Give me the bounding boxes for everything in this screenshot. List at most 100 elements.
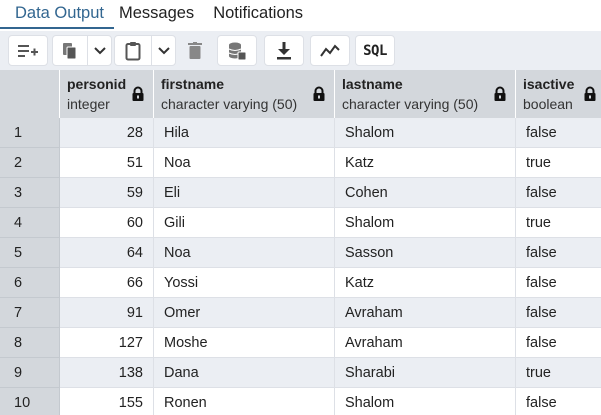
download-button[interactable] <box>264 35 304 66</box>
cell-isactive[interactable]: true <box>516 358 601 388</box>
table-row[interactable]: 5 64 Noa Sasson false <box>0 238 601 268</box>
row-number[interactable]: 9 <box>0 358 60 388</box>
cell-isactive[interactable]: false <box>516 328 601 358</box>
add-row-icon <box>18 44 38 57</box>
paste-button[interactable] <box>115 36 152 65</box>
cell-lastname[interactable]: Cohen <box>335 178 516 208</box>
table-row[interactable]: 3 59 Eli Cohen false <box>0 178 601 208</box>
table-row[interactable]: 10 155 Ronen Shalom false <box>0 388 601 415</box>
cell-firstname[interactable]: Yossi <box>154 268 335 298</box>
result-tabs: Data Output Messages Notifications <box>0 0 601 30</box>
table-row[interactable]: 6 66 Yossi Katz false <box>0 268 601 298</box>
cell-isactive[interactable]: true <box>516 208 601 238</box>
tab-messages[interactable]: Messages <box>114 0 204 30</box>
chevron-down-icon <box>157 46 170 54</box>
cell-isactive[interactable]: false <box>516 298 601 328</box>
cell-firstname[interactable]: Gili <box>154 208 335 238</box>
row-number[interactable]: 7 <box>0 298 60 328</box>
chevron-down-icon <box>93 46 106 54</box>
lock-icon <box>584 86 596 101</box>
cell-personid[interactable]: 91 <box>60 298 154 328</box>
column-header-firstname[interactable]: firstname character varying (50) <box>154 70 335 118</box>
column-type: character varying (50) <box>342 96 479 112</box>
copy-options-dropdown[interactable] <box>88 36 111 65</box>
column-name: lastname <box>342 76 403 92</box>
cell-personid[interactable]: 28 <box>60 118 154 148</box>
copy-icon <box>63 42 77 59</box>
cell-personid[interactable]: 66 <box>60 268 154 298</box>
table-row[interactable]: 7 91 Omer Avraham false <box>0 298 601 328</box>
row-number[interactable]: 3 <box>0 178 60 208</box>
column-name: isactive <box>523 76 575 92</box>
row-number-header[interactable] <box>0 70 60 118</box>
graph-visualiser-button[interactable] <box>310 35 350 66</box>
column-header-personid[interactable]: personid integer <box>60 70 154 118</box>
column-header-lastname[interactable]: lastname character varying (50) <box>335 70 516 118</box>
cell-isactive[interactable]: true <box>516 148 601 178</box>
cell-firstname[interactable]: Eli <box>154 178 335 208</box>
row-number[interactable]: 4 <box>0 208 60 238</box>
add-row-button[interactable] <box>8 35 48 66</box>
copy-button[interactable] <box>53 36 88 65</box>
row-number[interactable]: 6 <box>0 268 60 298</box>
copy-button-group <box>52 35 112 66</box>
table-row[interactable]: 8 127 Moshe Avraham false <box>0 328 601 358</box>
column-name: personid <box>67 76 127 92</box>
cell-lastname[interactable]: Katz <box>335 148 516 178</box>
cell-isactive[interactable]: false <box>516 268 601 298</box>
row-number[interactable]: 2 <box>0 148 60 178</box>
cell-firstname[interactable]: Ronen <box>154 388 335 415</box>
table-row[interactable]: 9 138 Dana Sharabi true <box>0 358 601 388</box>
paste-icon <box>125 41 141 60</box>
cell-lastname[interactable]: Avraham <box>335 328 516 358</box>
row-number[interactable]: 5 <box>0 238 60 268</box>
cell-firstname[interactable]: Moshe <box>154 328 335 358</box>
save-data-button[interactable] <box>217 35 257 66</box>
cell-personid[interactable]: 51 <box>60 148 154 178</box>
sql-button[interactable]: SQL <box>355 35 395 66</box>
table-row[interactable]: 1 28 Hila Shalom false <box>0 118 601 148</box>
cell-isactive[interactable]: false <box>516 238 601 268</box>
table-row[interactable]: 4 60 Gili Shalom true <box>0 208 601 238</box>
delete-button[interactable] <box>178 35 212 66</box>
cell-lastname[interactable]: Shalom <box>335 118 516 148</box>
cell-lastname[interactable]: Avraham <box>335 298 516 328</box>
data-grid: personid integer firstname character var… <box>0 70 601 415</box>
cell-firstname[interactable]: Dana <box>154 358 335 388</box>
graph-icon <box>320 43 340 57</box>
column-type: character varying (50) <box>161 96 298 112</box>
paste-button-group <box>114 35 176 66</box>
cell-lastname[interactable]: Shalom <box>335 208 516 238</box>
row-number[interactable]: 1 <box>0 118 60 148</box>
cell-firstname[interactable]: Noa <box>154 148 335 178</box>
cell-firstname[interactable]: Hila <box>154 118 335 148</box>
cell-lastname[interactable]: Sasson <box>335 238 516 268</box>
cell-personid[interactable]: 155 <box>60 388 154 415</box>
tab-notifications[interactable]: Notifications <box>204 0 313 30</box>
cell-isactive[interactable]: false <box>516 118 601 148</box>
tab-data-output[interactable]: Data Output <box>0 0 114 30</box>
column-header-isactive[interactable]: isactive boolean <box>516 70 601 118</box>
row-number[interactable]: 10 <box>0 388 60 415</box>
cell-lastname[interactable]: Shalom <box>335 388 516 415</box>
cell-firstname[interactable]: Noa <box>154 238 335 268</box>
paste-options-dropdown[interactable] <box>152 36 175 65</box>
delete-icon <box>188 41 202 59</box>
cell-firstname[interactable]: Omer <box>154 298 335 328</box>
data-toolbar: SQL <box>0 31 601 70</box>
cell-personid[interactable]: 127 <box>60 328 154 358</box>
cell-personid[interactable]: 60 <box>60 208 154 238</box>
cell-personid[interactable]: 64 <box>60 238 154 268</box>
table-row[interactable]: 2 51 Noa Katz true <box>0 148 601 178</box>
download-icon <box>277 41 291 59</box>
cell-lastname[interactable]: Katz <box>335 268 516 298</box>
sql-icon: SQL <box>363 42 387 59</box>
column-name: firstname <box>161 76 225 92</box>
cell-lastname[interactable]: Sharabi <box>335 358 516 388</box>
column-type: integer <box>67 96 110 112</box>
cell-personid[interactable]: 138 <box>60 358 154 388</box>
cell-isactive[interactable]: false <box>516 178 601 208</box>
row-number[interactable]: 8 <box>0 328 60 358</box>
cell-personid[interactable]: 59 <box>60 178 154 208</box>
cell-isactive[interactable]: false <box>516 388 601 415</box>
